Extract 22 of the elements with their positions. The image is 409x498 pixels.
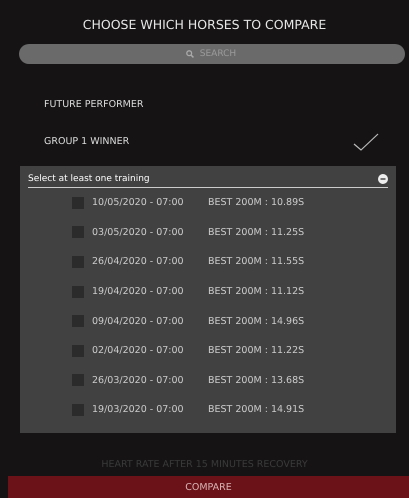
training-date: 03/05/2020 - 07:00 [92,226,185,238]
compare-button[interactable]: COMPARE [8,476,409,498]
panel-heading: Select at least one training [28,174,150,184]
collapse-icon[interactable] [378,174,388,184]
training-date: 19/03/2020 - 07:00 [92,404,185,416]
best-time: BEST 200M : 14.91S [208,404,304,416]
best-time: BEST 200M : 10.89S [208,197,304,208]
best-time: BEST 200M : 11.12S [208,286,304,298]
training-date: 10/05/2020 - 07:00 [92,197,185,208]
horse-option[interactable]: GROUP 1 WINNER [44,136,130,147]
training-date: 26/03/2020 - 07:00 [92,374,185,386]
horse-option[interactable]: FUTURE PERFORMER [44,99,144,110]
best-time: BEST 200M : 11.25S [208,226,304,238]
training-date: 09/04/2020 - 07:00 [92,316,185,327]
training-date: 19/04/2020 - 07:00 [92,286,185,298]
training-date: 02/04/2020 - 07:00 [92,345,185,356]
best-time: BEST 200M : 13.68S [208,374,304,386]
best-time: BEST 200M : 11.22S [208,345,304,356]
training-date: 26/04/2020 - 07:00 [92,256,185,268]
dialog-title: CHOOSE WHICH HORSES TO COMPARE [82,16,326,34]
best-time: BEST 200M : 14.96S [208,316,304,327]
best-time: BEST 200M : 11.55S [208,256,304,268]
